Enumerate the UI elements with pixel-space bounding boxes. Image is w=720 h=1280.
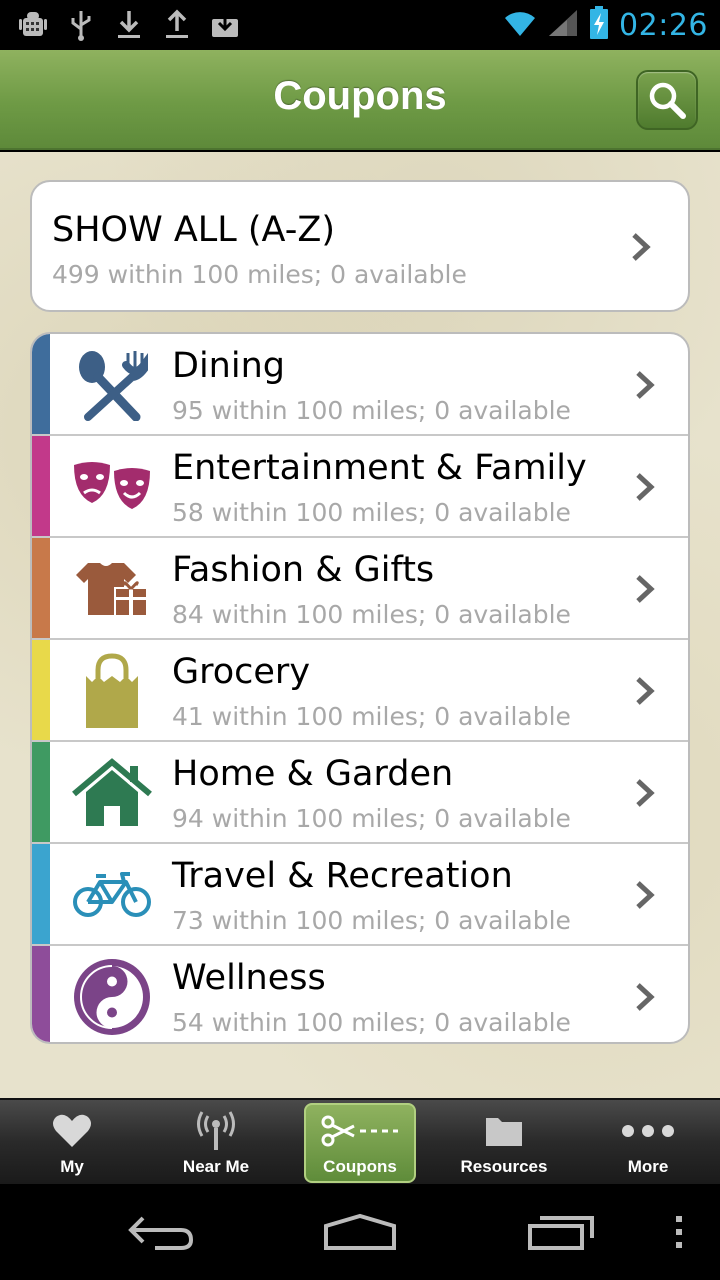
status-bar: 02:26	[0, 0, 720, 50]
upload-icon	[162, 8, 192, 42]
wifi-icon	[503, 8, 537, 42]
category-count: 58 within 100 miles; 0 available	[172, 498, 571, 527]
category-color-stripe	[32, 436, 50, 536]
chevron-right-icon	[636, 371, 655, 399]
grocery-bag-icon	[70, 650, 154, 732]
category-label: Fashion & Gifts	[172, 550, 435, 590]
content-area: SHOW ALL (A-Z) 499 within 100 miles; 0 a…	[0, 152, 720, 1098]
folder-icon	[486, 1118, 522, 1146]
category-row-wellness[interactable]: Wellness 54 within 100 miles; 0 availabl…	[32, 946, 688, 1042]
app-header: Coupons	[0, 50, 720, 150]
category-row-entertainment[interactable]: Entertainment & Family 58 within 100 mil…	[32, 436, 688, 538]
category-row-dining[interactable]: Dining 95 within 100 miles; 0 available	[32, 334, 688, 436]
download-icon	[114, 8, 144, 42]
system-nav-bar	[0, 1184, 720, 1280]
tab-my[interactable]: My	[0, 1100, 144, 1186]
chevron-right-icon	[632, 233, 651, 261]
category-count: 94 within 100 miles; 0 available	[172, 804, 571, 833]
category-count: 95 within 100 miles; 0 available	[172, 396, 571, 425]
usb-icon	[66, 8, 96, 42]
chevron-right-icon	[636, 677, 655, 705]
category-label: Grocery	[172, 652, 311, 692]
category-color-stripe	[32, 742, 50, 842]
heart-icon	[53, 1114, 91, 1147]
category-row-travel[interactable]: Travel & Recreation 73 within 100 miles;…	[32, 844, 688, 946]
chevron-right-icon	[636, 575, 655, 603]
category-row-fashion[interactable]: Fashion & Gifts 84 within 100 miles; 0 a…	[32, 538, 688, 640]
battery-charging-icon	[589, 6, 609, 44]
category-color-stripe	[32, 640, 50, 740]
chevron-right-icon	[636, 881, 655, 909]
scissors-icon	[321, 1115, 398, 1147]
theater-masks-icon	[70, 446, 154, 528]
fork-knife-icon	[70, 344, 154, 426]
category-label: Home & Garden	[172, 754, 454, 794]
category-label: Dining	[172, 346, 285, 386]
recent-apps-button[interactable]	[520, 1206, 600, 1258]
house-icon	[70, 752, 154, 834]
tab-label: Near Me	[182, 1157, 250, 1176]
back-button[interactable]	[120, 1206, 200, 1258]
show-all-title: SHOW ALL (A-Z)	[52, 210, 335, 250]
page-title: Coupons	[273, 74, 447, 118]
category-label: Entertainment & Family	[172, 448, 587, 488]
category-label: Wellness	[172, 958, 326, 998]
android-debug-icon	[18, 8, 48, 42]
category-color-stripe	[32, 538, 50, 638]
category-color-stripe	[32, 946, 50, 1042]
download-box-icon	[210, 8, 240, 42]
search-icon	[649, 82, 686, 119]
yin-yang-icon	[70, 956, 154, 1038]
category-count: 73 within 100 miles; 0 available	[172, 906, 571, 935]
category-count: 54 within 100 miles; 0 available	[172, 1008, 571, 1037]
chevron-right-icon	[636, 983, 655, 1011]
category-color-stripe	[32, 844, 50, 944]
home-icon	[324, 1213, 396, 1250]
tab-label: My	[60, 1157, 84, 1176]
tab-label: Coupons	[323, 1157, 397, 1176]
signal-icon	[547, 8, 579, 42]
home-button[interactable]	[320, 1206, 400, 1258]
category-list: Dining 95 within 100 miles; 0 available …	[30, 332, 690, 1044]
more-dots-icon	[622, 1125, 674, 1137]
show-all-subtitle: 499 within 100 miles; 0 available	[52, 260, 467, 289]
category-count: 41 within 100 miles; 0 available	[172, 702, 571, 731]
tab-resources[interactable]: Resources	[432, 1100, 576, 1186]
recent-apps-icon	[528, 1216, 594, 1250]
antenna-icon	[197, 1111, 235, 1150]
category-count: 84 within 100 miles; 0 available	[172, 600, 571, 629]
category-row-grocery[interactable]: Grocery 41 within 100 miles; 0 available	[32, 640, 688, 742]
tab-more[interactable]: More	[576, 1100, 720, 1186]
bicycle-icon	[70, 854, 154, 936]
back-icon	[128, 1216, 194, 1250]
tab-near-me[interactable]: Near Me	[144, 1100, 288, 1186]
tab-coupons[interactable]: Coupons	[288, 1100, 432, 1186]
show-all-row[interactable]: SHOW ALL (A-Z) 499 within 100 miles; 0 a…	[30, 180, 690, 312]
search-button[interactable]	[636, 70, 698, 130]
bottom-tab-bar: My Near Me Coupons Resources More	[0, 1098, 720, 1184]
clock: 02:26	[619, 7, 708, 43]
chevron-right-icon	[636, 779, 655, 807]
category-label: Travel & Recreation	[172, 856, 513, 896]
overflow-menu-button[interactable]	[664, 1206, 694, 1258]
tab-label: Resources	[460, 1157, 548, 1176]
tab-label: More	[627, 1157, 669, 1176]
category-color-stripe	[32, 334, 50, 434]
category-row-home-garden[interactable]: Home & Garden 94 within 100 miles; 0 ava…	[32, 742, 688, 844]
menu-icon	[676, 1216, 682, 1248]
shirt-gift-icon	[70, 548, 154, 630]
chevron-right-icon	[636, 473, 655, 501]
